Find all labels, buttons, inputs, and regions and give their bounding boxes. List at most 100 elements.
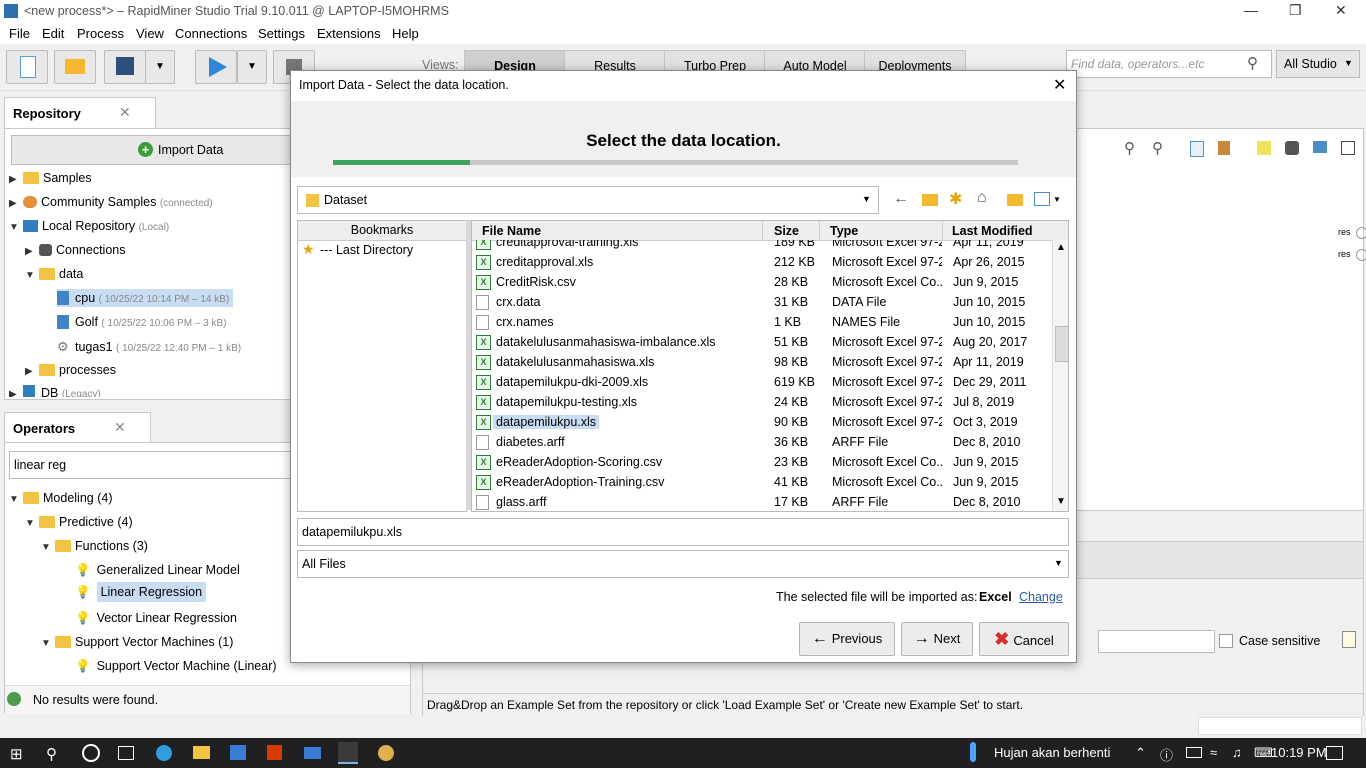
cancel-button[interactable]: ✖ Cancel — [979, 622, 1069, 656]
expand-icon[interactable]: ▶ — [25, 246, 39, 257]
expand-icon[interactable]: ▶ — [9, 198, 23, 209]
operator-generalized-linear-model[interactable]: 💡 Generalized Linear Model — [75, 563, 240, 578]
file-type-filter[interactable]: All Files ▼ — [297, 550, 1069, 578]
case-sensitive-checkbox[interactable] — [1219, 634, 1233, 648]
collapse-icon[interactable]: ▼ — [25, 518, 39, 529]
file-row[interactable]: X CreditRisk.csv 28 KB Microsoft Excel Co..… — [472, 272, 1052, 292]
scroll-up-icon[interactable]: ▲ — [1056, 242, 1066, 253]
file-row[interactable]: XeReaderAdoption-Training.csv 41 KB Micros… — [472, 472, 1052, 492]
open-process-button[interactable] — [54, 50, 96, 84]
repo-item-processes[interactable]: ▶ processes — [25, 363, 116, 377]
column-size[interactable]: Size — [774, 224, 799, 238]
menu-connections[interactable]: Connections — [175, 26, 247, 41]
menu-file[interactable]: File — [9, 26, 30, 41]
store-icon[interactable] — [230, 745, 246, 760]
task-view-icon[interactable] — [118, 746, 134, 760]
file-row[interactable]: Xcreditapproval.xls 212 KB Microsoft Excel… — [472, 252, 1052, 272]
filter-input[interactable] — [1098, 630, 1215, 653]
result-port-circle[interactable] — [1356, 227, 1366, 239]
run-button[interactable] — [195, 50, 237, 84]
chevron-down-icon[interactable]: ▼ — [1053, 195, 1061, 204]
auto-wire-icon[interactable] — [1285, 141, 1299, 155]
close-window-icon[interactable]: ✕ — [1335, 2, 1347, 19]
repository-tab[interactable]: Repository ✕ — [4, 97, 156, 129]
collapse-icon[interactable]: ▼ — [25, 270, 39, 281]
previous-button[interactable]: ← Previous — [799, 622, 895, 656]
file-row[interactable]: Xdatakelulusanmahasiswa-imbalance.xls 51 … — [472, 332, 1052, 352]
collapse-icon[interactable]: ▼ — [9, 494, 23, 505]
run-dropdown-button[interactable]: ▼ — [237, 50, 267, 84]
view-options-icon[interactable] — [1034, 192, 1050, 206]
chevron-up-icon[interactable]: ⌃ — [1135, 745, 1146, 761]
wifi-icon[interactable]: ≈ — [1210, 745, 1217, 760]
expand-icon[interactable]: ▶ — [9, 174, 23, 185]
change-link[interactable]: Change — [1019, 590, 1063, 604]
column-file-name[interactable]: File Name — [482, 224, 541, 238]
operator-predictive[interactable]: ▼ Predictive (4) — [25, 515, 133, 529]
volume-icon[interactable]: ♫ — [1232, 745, 1242, 760]
column-type[interactable]: Type — [830, 224, 858, 238]
rapidminer-taskbar-icon[interactable] — [338, 742, 358, 764]
file-row[interactable]: diabetes.arff 36 KB ARFF File Dec 8, 2010 — [472, 432, 1052, 452]
filename-input[interactable]: datapemilukpu.xls — [297, 518, 1069, 546]
collapse-icon[interactable]: ▼ — [41, 638, 55, 649]
menu-process[interactable]: Process — [77, 26, 124, 41]
file-row[interactable]: crx.data 31 KB DATA File Jun 10, 2015 — [472, 292, 1052, 312]
file-row[interactable]: Xdatapemilukpu.xls 90 KB Microsoft Excel 9… — [472, 412, 1052, 432]
operator-functions[interactable]: ▼ Functions (3) — [41, 539, 148, 553]
file-row[interactable]: glass.arff 17 KB ARFF File Dec 8, 2010 — [472, 492, 1052, 511]
repo-item-connections[interactable]: ▶ Connections — [25, 243, 126, 257]
close-repository-icon[interactable]: ✕ — [119, 104, 131, 121]
file-row[interactable]: crx.names 1 KB NAMES File Jun 10, 2015 — [472, 312, 1052, 332]
collapse-icon[interactable]: ▼ — [41, 542, 55, 553]
copy-icon[interactable] — [1190, 141, 1204, 157]
back-arrow-icon[interactable]: ← — [893, 190, 909, 208]
zoom-out-icon[interactable]: ⚲ — [1152, 139, 1163, 157]
file-row[interactable]: Xcreditapproval-training.xls 189 KB Micros… — [472, 240, 1052, 252]
global-search-box[interactable]: Find data, operators...etc ⚲ — [1066, 50, 1272, 78]
vertical-scrollbar[interactable]: ▲ ▼ — [1052, 240, 1068, 511]
search-icon[interactable]: ⚲ — [1247, 54, 1258, 72]
keyboard-icon[interactable]: ⌨ — [1254, 745, 1273, 761]
file-explorer-icon[interactable] — [193, 746, 210, 759]
operator-modeling[interactable]: ▼ Modeling (4) — [9, 491, 112, 505]
scroll-down-icon[interactable]: ▼ — [1056, 496, 1066, 507]
minimize-icon[interactable]: — — [1244, 2, 1258, 18]
repo-item-local-repository[interactable]: ▼ Local Repository (Local) — [9, 219, 169, 233]
result-port-circle[interactable] — [1356, 249, 1366, 261]
battery-icon[interactable] — [1186, 747, 1202, 758]
repo-item-cpu[interactable]: cpu ( 10/25/22 10:14 PM – 14 kB) — [57, 289, 234, 307]
file-row[interactable]: Xdatapemilukpu-testing.xls 24 KB Microsoft… — [472, 392, 1052, 412]
search-scope-dropdown[interactable]: All Studio ▼ — [1276, 50, 1360, 78]
menu-settings[interactable]: Settings — [258, 26, 305, 41]
office-icon[interactable] — [267, 745, 282, 760]
operator-linear-regression[interactable]: 💡 Linear Regression — [75, 582, 207, 602]
repo-item-db[interactable]: ▶ DB (Legacy) — [9, 385, 101, 397]
repo-item-tugas1[interactable]: ⚙ tugas1 ( 10/25/22 12:40 PM – 1 kB) — [57, 339, 241, 354]
cortana-icon[interactable] — [82, 744, 100, 762]
file-row[interactable]: Xdatapemilukpu-dki-2009.xls 619 KB Microso… — [472, 372, 1052, 392]
location-dropdown[interactable]: Dataset ▼ — [297, 186, 879, 214]
import-data-button[interactable]: + Import Data — [11, 135, 293, 165]
save-dropdown-button[interactable]: ▼ — [145, 50, 175, 84]
add-note-icon[interactable] — [1257, 141, 1271, 155]
weather-text[interactable]: Hujan akan berhenti — [994, 745, 1110, 760]
expand-icon[interactable]: ▶ — [9, 389, 23, 397]
windows-start-icon[interactable]: ⊞ — [10, 745, 23, 763]
edge-icon[interactable] — [156, 745, 172, 761]
restore-icon[interactable]: ❐ — [1289, 2, 1302, 19]
operators-tab[interactable]: Operators ✕ — [4, 412, 151, 443]
zoom-in-icon[interactable]: ⚲ — [1124, 139, 1135, 157]
operator-vector-linear-regression[interactable]: 💡 Vector Linear Regression — [75, 611, 237, 626]
next-button[interactable]: → Next — [901, 622, 973, 656]
clock[interactable]: 10:19 PM — [1271, 745, 1327, 760]
repo-item-samples[interactable]: ▶ Samples — [9, 171, 92, 185]
home-icon[interactable]: ⌂ — [977, 189, 987, 207]
menu-view[interactable]: View — [136, 26, 164, 41]
clipboard-icon[interactable] — [1342, 631, 1356, 648]
help-icon[interactable]: ⓘ — [1160, 745, 1173, 764]
add-bookmark-icon[interactable]: ✱ — [949, 189, 962, 209]
repo-item-data[interactable]: ▼ data — [25, 267, 83, 281]
column-last-modified[interactable]: Last Modified — [952, 224, 1033, 238]
notifications-icon[interactable] — [1326, 746, 1343, 760]
